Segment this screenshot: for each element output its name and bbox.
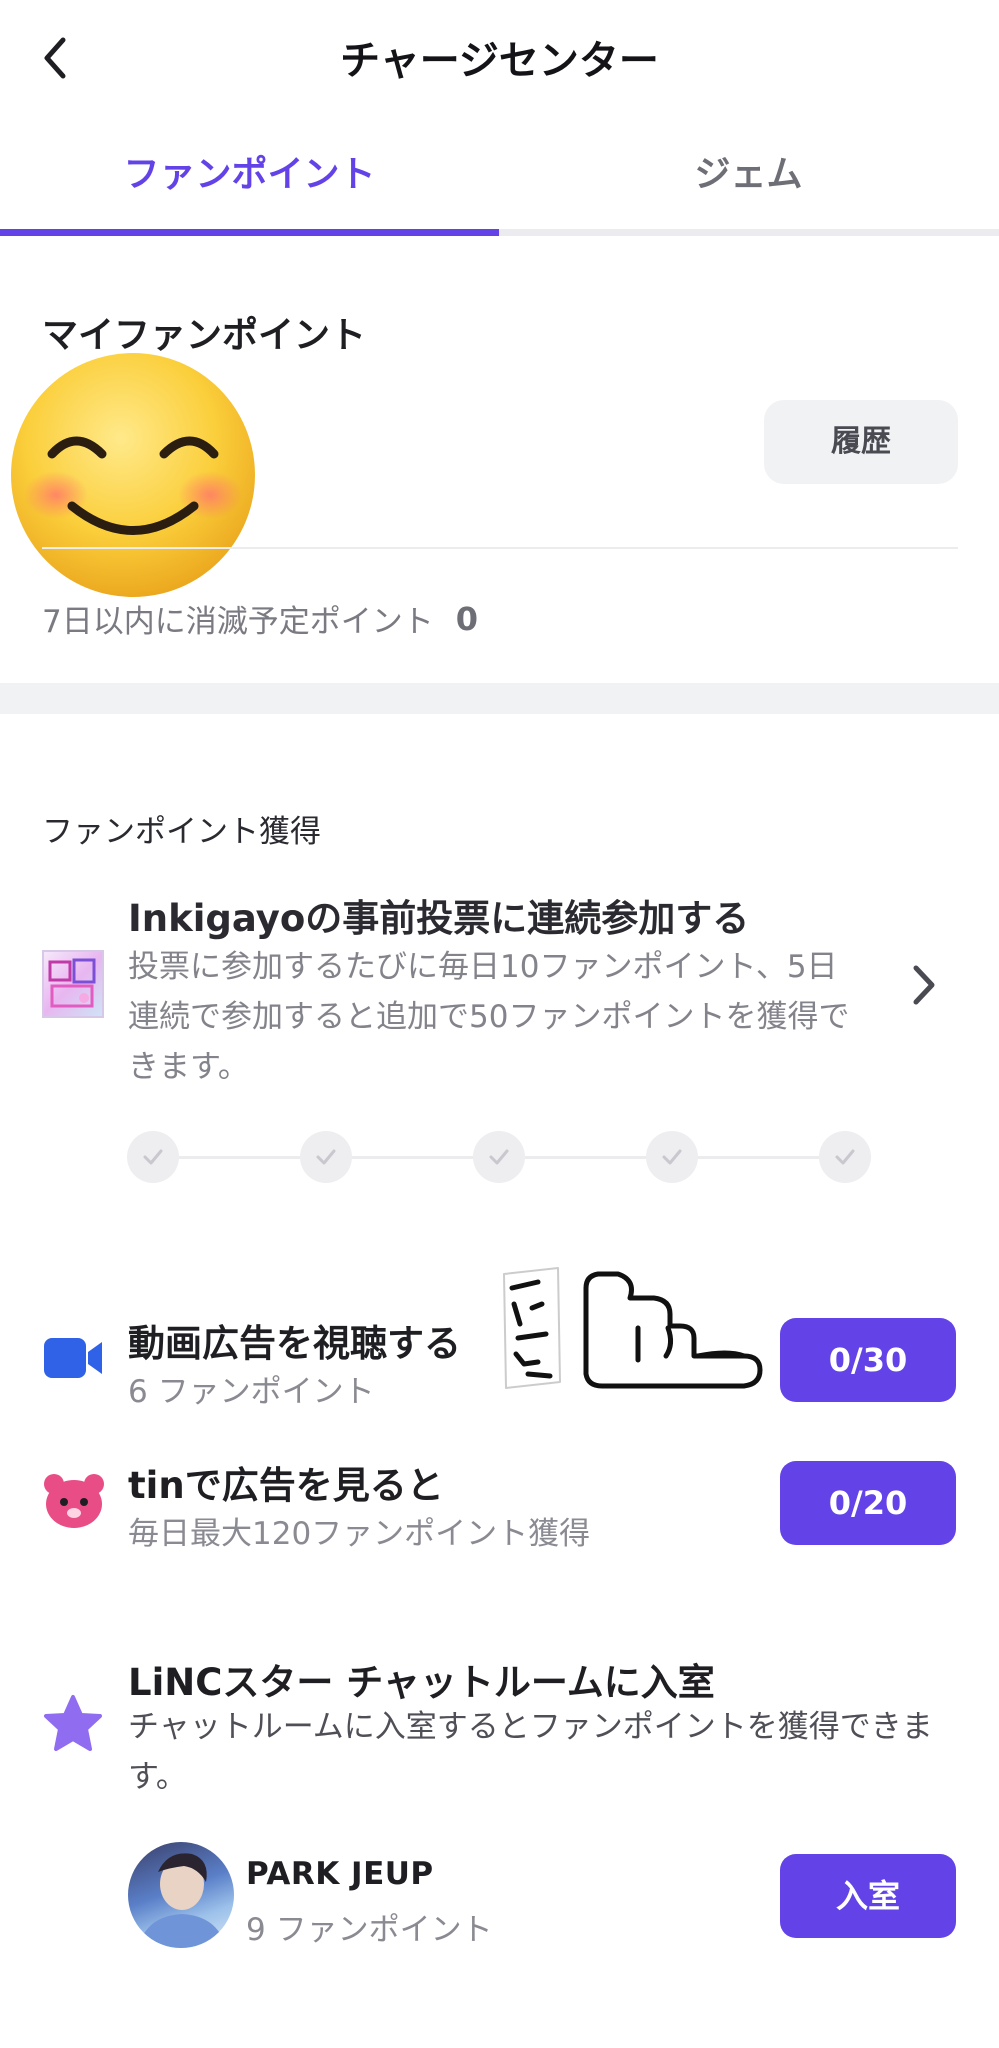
smiling-face-emoji-icon <box>11 353 255 597</box>
check-icon <box>143 1149 163 1165</box>
video-camera-icon <box>44 1338 102 1378</box>
vote-title[interactable]: Inkigayoの事前投票に連続参加する <box>128 888 749 942</box>
chevron-right-icon[interactable] <box>904 960 944 1010</box>
video-ad-title: 動画広告を視聴する <box>128 1322 461 1365</box>
header: チャージセンター <box>0 0 999 118</box>
vote-description: 投票に参加するたびに毎日10ファンポイント、5日連続で参加すると追加で50ファン… <box>128 949 850 1085</box>
star-icon <box>44 1695 102 1751</box>
profile-photo-icon <box>138 1853 226 1948</box>
expiring-points-row: 7日以内に消滅予定ポイント 0 <box>42 596 478 641</box>
page-title: チャージセンター <box>340 38 659 84</box>
tab-bar: ファンポイント ジェム <box>0 130 999 236</box>
inkigayo-logo-icon <box>48 958 96 1008</box>
tin-ad-title: tinで広告を見ると <box>128 1464 444 1507</box>
enter-chat-button[interactable]: 入室 <box>780 1854 956 1938</box>
inkigayo-thumbnail <box>42 950 104 1018</box>
video-ad-points: 6 ファンポイント <box>128 1374 375 1410</box>
divider <box>42 547 958 549</box>
vote-day-2-step <box>300 1131 352 1183</box>
section-separator <box>0 683 999 714</box>
tin-ad-subtitle: 毎日最大120ファンポイント獲得 <box>128 1516 591 1552</box>
check-icon <box>662 1149 682 1165</box>
fan-hand-sticker-icon <box>503 1267 763 1389</box>
check-icon <box>835 1149 855 1165</box>
vote-day-5-step <box>819 1131 871 1183</box>
tab-gems[interactable]: ジェム <box>499 130 998 230</box>
linc-chat-description: チャットルームに入室するとファンポイントを獲得できます。 <box>128 1709 933 1795</box>
check-icon <box>316 1149 336 1165</box>
star-name: PARK JEUP <box>246 1856 434 1892</box>
video-ad-progress-button[interactable]: 0/30 <box>780 1318 956 1402</box>
avatar <box>128 1842 234 1948</box>
star-points: 9 ファンポイント <box>246 1912 493 1948</box>
earn-section-title: ファンポイント獲得 <box>42 814 321 850</box>
tin-ad-progress-button[interactable]: 0/20 <box>780 1461 956 1545</box>
vote-day-1-step <box>127 1131 179 1183</box>
check-icon <box>489 1149 509 1165</box>
expiring-points-value: 0 <box>455 599 478 638</box>
history-button[interactable]: 履歴 <box>764 400 958 484</box>
tab-fan-points[interactable]: ファンポイント <box>0 130 499 230</box>
vote-day-4-step <box>646 1131 698 1183</box>
expiring-points-label: 7日以内に消滅予定ポイント <box>42 604 434 640</box>
vote-day-3-step <box>473 1131 525 1183</box>
tab-active-indicator <box>0 229 499 236</box>
bear-icon <box>44 1474 104 1528</box>
linc-chat-title: LiNCスター チャットルームに入室 <box>128 1661 715 1704</box>
